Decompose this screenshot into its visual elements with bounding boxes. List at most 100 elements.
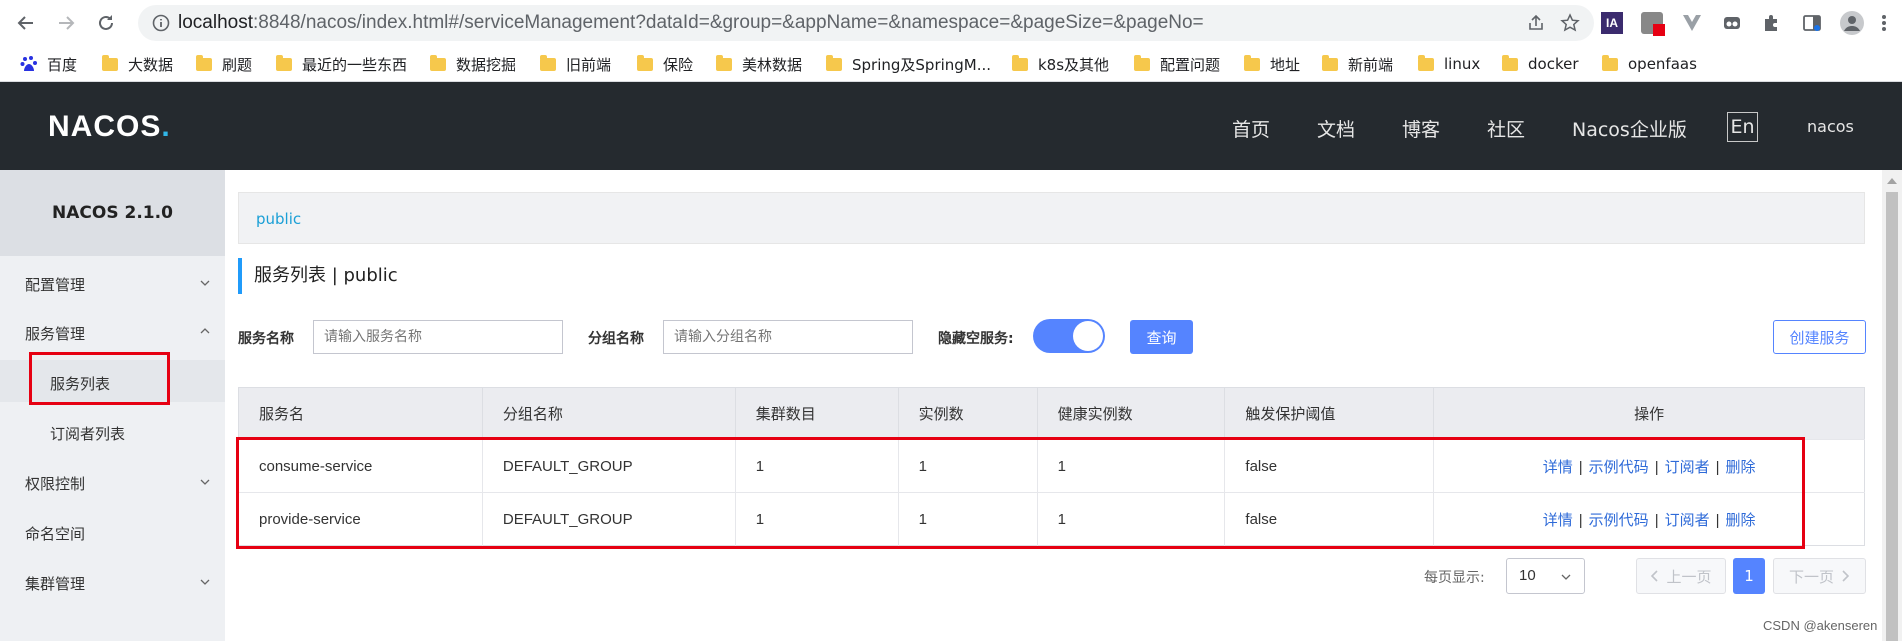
sidebar-item-service[interactable]: 服务管理 [25, 323, 85, 344]
bookmark-folder[interactable]: linux [1418, 54, 1480, 74]
bookmark-folder[interactable]: docker [1502, 54, 1579, 74]
language-switch[interactable]: En [1727, 112, 1758, 142]
site-info-icon[interactable] [152, 14, 170, 36]
prev-page-button[interactable]: 上一页 [1636, 558, 1726, 594]
bookmark-folder[interactable]: 美林数据 [716, 54, 802, 74]
col-healthy-count: 健康实例数 [1037, 387, 1226, 440]
folder-icon [1322, 54, 1338, 71]
reload-icon[interactable] [94, 11, 118, 35]
folder-icon [276, 54, 292, 71]
service-name-input[interactable] [313, 320, 563, 354]
bookmark-folder[interactable]: 数据挖掘 [430, 54, 516, 74]
forward-icon[interactable] [54, 11, 78, 35]
bookmark-folder[interactable]: 保险 [637, 54, 693, 74]
folder-icon [1134, 54, 1150, 71]
query-button[interactable]: 查询 [1130, 320, 1193, 354]
sidebar-item-cluster[interactable]: 集群管理 [25, 573, 85, 594]
vue-devtools-icon[interactable] [1680, 11, 1704, 35]
chevron-down-icon [200, 479, 210, 485]
nav-docs[interactable]: 文档 [1317, 115, 1355, 142]
prev-page-label: 上一页 [1666, 567, 1712, 586]
page-root: localhost:8848/nacos/index.html#/service… [0, 0, 1902, 641]
csdn-watermark: CSDN @akenseren [1763, 618, 1878, 633]
bookmark-folder[interactable]: 新前端 [1322, 54, 1393, 74]
browser-menu-icon[interactable] [1872, 11, 1896, 35]
page-scrollbar[interactable] [1882, 170, 1902, 641]
table-header-row: 服务名 分组名称 集群数目 实例数 健康实例数 触发保护阈值 操作 [238, 387, 1865, 440]
col-cluster-count: 集群数目 [735, 387, 899, 440]
sidebar: NACOS 2.1.0 配置管理 服务管理 服务列表 订阅者列表 权限控制 命名… [0, 170, 225, 641]
bookmark-folder[interactable]: 配置问题 [1134, 54, 1220, 74]
side-panel-icon[interactable] [1800, 11, 1824, 35]
sidebar-item-subscribers[interactable]: 订阅者列表 [50, 423, 125, 444]
extension-icon[interactable] [1640, 11, 1665, 36]
per-page-select[interactable]: 10 [1506, 558, 1585, 594]
bookmark-folder[interactable]: k8s及其他 [1012, 54, 1109, 74]
address-bar[interactable]: localhost:8848/nacos/index.html#/service… [138, 5, 1594, 41]
user-name[interactable]: nacos [1807, 117, 1854, 136]
folder-icon [826, 54, 842, 71]
bookmark-folder[interactable]: openfaas [1602, 54, 1697, 74]
folder-icon [1418, 54, 1434, 71]
scroll-thumb[interactable] [1886, 192, 1898, 641]
chevron-right-icon [1842, 570, 1850, 582]
ia-extension-icon[interactable]: IA [1600, 11, 1624, 35]
bookmark-folder[interactable]: 最近的一些东西 [276, 54, 407, 74]
highlight-box-sidebar [29, 352, 170, 405]
col-service-name: 服务名 [238, 387, 483, 440]
per-page-label: 每页显示: [1424, 570, 1485, 586]
bookmark-folder[interactable]: 旧前端 [540, 54, 611, 74]
nav-blog[interactable]: 博客 [1402, 115, 1440, 142]
folder-icon [540, 54, 556, 71]
bookmark-folder[interactable]: 大数据 [102, 54, 173, 74]
col-operations: 操作 [1433, 387, 1865, 440]
folder-icon [716, 54, 732, 71]
group-name-input[interactable] [663, 320, 913, 354]
service-name-label: 服务名称 [238, 331, 294, 347]
extensions-puzzle-icon[interactable] [1760, 11, 1784, 35]
folder-icon [102, 54, 118, 71]
hide-empty-label: 隐藏空服务: [938, 331, 1014, 347]
group-name-label: 分组名称 [588, 331, 644, 347]
nav-community[interactable]: 社区 [1487, 115, 1525, 142]
next-page-button[interactable]: 下一页 [1773, 558, 1866, 594]
sidebar-item-auth[interactable]: 权限控制 [25, 473, 85, 494]
col-group-name: 分组名称 [482, 387, 736, 440]
bookmarks-bar: 百度 大数据 刷题 最近的一些东西 数据挖掘 旧前端 保险 美林数据 Sprin… [0, 46, 1902, 82]
nav-enterprise[interactable]: Nacos企业版 [1572, 115, 1687, 142]
namespace-bar: public [238, 192, 1865, 244]
folder-icon [430, 54, 446, 71]
highlight-box-table [236, 437, 1805, 549]
per-page-value: 10 [1519, 567, 1536, 584]
create-service-button[interactable]: 创建服务 [1773, 320, 1866, 354]
bookmark-item[interactable]: 百度 [20, 54, 77, 74]
folder-icon [1502, 54, 1518, 71]
folder-icon [637, 54, 653, 71]
incognito-extension-icon[interactable] [1720, 11, 1744, 35]
chevron-down-icon [200, 280, 210, 286]
share-icon[interactable] [1526, 13, 1546, 37]
nacos-logo[interactable]: NACOS. [48, 110, 171, 144]
col-threshold: 触发保护阈值 [1224, 387, 1435, 440]
sidebar-item-config[interactable]: 配置管理 [25, 274, 85, 295]
next-page-label: 下一页 [1788, 567, 1834, 586]
chevron-down-icon [200, 579, 210, 585]
url-text: localhost:8848/nacos/index.html#/service… [178, 12, 1204, 33]
chevron-left-icon [1651, 570, 1659, 582]
bookmark-folder[interactable]: 地址 [1244, 54, 1300, 74]
namespace-tab-public[interactable]: public [256, 210, 301, 228]
toggle-knob [1073, 321, 1103, 351]
nav-home[interactable]: 首页 [1232, 115, 1270, 142]
folder-icon [1012, 54, 1028, 71]
page-1-button[interactable]: 1 [1733, 558, 1765, 594]
app-header: NACOS. 首页 文档 博客 社区 Nacos企业版 En nacos [0, 82, 1902, 170]
back-icon[interactable] [14, 11, 38, 35]
sidebar-item-namespace[interactable]: 命名空间 [25, 523, 85, 544]
bookmark-folder[interactable]: Spring及SpringM... [826, 54, 991, 74]
hide-empty-toggle[interactable] [1033, 319, 1105, 353]
version-title: NACOS 2.1.0 [0, 170, 225, 256]
bookmark-folder[interactable]: 刷题 [196, 54, 252, 74]
profile-avatar-icon[interactable] [1840, 11, 1864, 35]
bookmark-star-icon[interactable] [1560, 13, 1580, 37]
scroll-up-arrow-icon[interactable] [1887, 178, 1897, 184]
